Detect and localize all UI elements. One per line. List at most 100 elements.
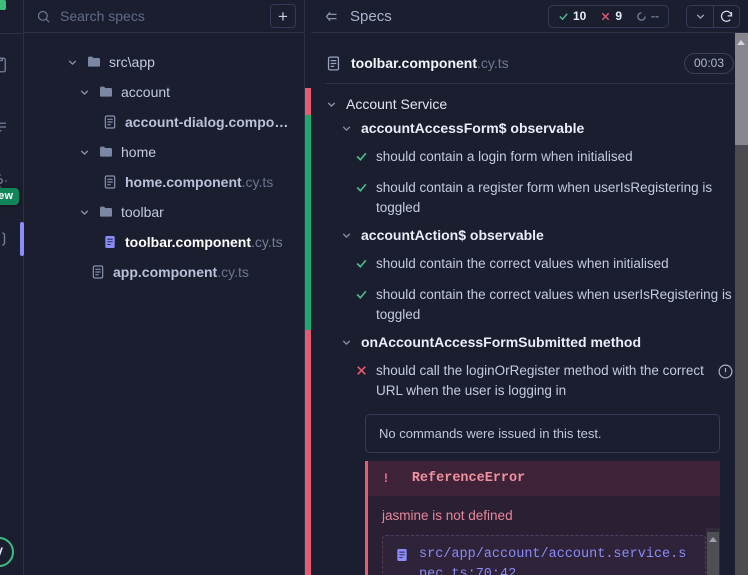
check-icon — [355, 257, 368, 270]
chevron-down-icon — [340, 336, 353, 349]
test-results: Account Service accountAccessForm$ obser… — [311, 84, 748, 575]
suite-title: accountAction$ observable — [361, 227, 544, 244]
error-stack-frame[interactable]: src/app/account/account.service.spec.ts:… — [382, 535, 706, 575]
tree-label: home — [121, 144, 157, 160]
spec-file-icon — [102, 174, 118, 190]
spec-file-icon — [90, 264, 106, 280]
test-title: should contain the correct values when u… — [376, 286, 732, 323]
runner-scrollbar[interactable] — [735, 33, 748, 575]
cross-icon — [355, 364, 368, 377]
spec-file-icon — [325, 55, 342, 72]
tree-label: account-dialog.component.c... — [125, 114, 296, 130]
back-arrow-icon[interactable] — [323, 8, 340, 25]
clipboard-icon[interactable] — [0, 56, 9, 74]
error-box: ! ReferenceError jasmine is not defined … — [365, 461, 720, 575]
tree-folder-home[interactable]: home — [24, 137, 304, 167]
error-body: jasmine is not defined src/app/account/a… — [368, 496, 720, 575]
tree-file-toolbar-component[interactable]: toolbar.component.cy.ts — [24, 227, 304, 257]
search-input[interactable] — [60, 8, 261, 24]
rail-accent-marker — [0, 0, 6, 10]
tree-folder-src-app[interactable]: src\app — [24, 47, 304, 77]
error-message: jasmine is not defined — [382, 508, 513, 524]
suite-title: accountAccessForm$ observable — [361, 120, 585, 137]
folder-icon — [98, 84, 114, 100]
tree-label: app.component.cy.ts — [113, 264, 249, 280]
pending-circle-icon — [636, 11, 647, 22]
chevron-down-icon[interactable] — [687, 6, 713, 27]
suite-title: onAccountAccessFormSubmitted method — [361, 334, 642, 351]
header-button-group — [686, 4, 740, 28]
cross-icon — [600, 11, 611, 22]
chevron-down-icon — [66, 56, 79, 69]
duration-badge: 00:03 — [683, 52, 734, 74]
stat-failed: 9 — [593, 9, 629, 23]
test-row[interactable]: should contain the correct values when i… — [355, 250, 734, 278]
folder-icon — [98, 204, 114, 220]
chevron-down-icon — [325, 98, 338, 111]
chevron-down-icon — [78, 206, 91, 219]
tree-folder-account[interactable]: account — [24, 77, 304, 107]
check-icon — [355, 150, 368, 163]
passed-count: 10 — [572, 9, 587, 23]
suite-account-action[interactable]: accountAction$ observable — [340, 225, 734, 245]
tree-file-home-component[interactable]: home.component.cy.ts — [24, 167, 304, 197]
tree-label: account — [121, 84, 171, 100]
search-icon — [36, 9, 51, 24]
scroll-up-arrow-icon[interactable] — [709, 537, 717, 543]
test-title: should contain a login form when initial… — [376, 148, 633, 164]
avatar[interactable]: V — [0, 537, 14, 567]
new-badge: New — [0, 188, 20, 205]
file-icon — [394, 547, 410, 563]
debug-icon[interactable] — [0, 230, 9, 248]
check-icon — [355, 181, 368, 194]
tree-file-account-dialog[interactable]: account-dialog.component.c... — [24, 107, 304, 137]
test-row[interactable]: should contain a login form when initial… — [355, 143, 734, 171]
test-title: should contain a register form when user… — [376, 179, 713, 216]
error-header: ! ReferenceError — [368, 461, 720, 497]
suite-account-service[interactable]: Account Service — [325, 94, 734, 114]
error-file-path[interactable]: src/app/account/account.service.spec.ts:… — [419, 545, 694, 575]
list-icon[interactable] — [0, 118, 9, 136]
add-spec-button[interactable]: + — [270, 4, 296, 28]
runner-panel: Specs 10 9 -- toolbar.component.cy.ts 00… — [311, 0, 748, 575]
left-rail: New V — [0, 0, 24, 575]
spec-tree: src\app account account-dialog.component… — [24, 33, 304, 575]
test-row-failed[interactable]: should call the loginOrRegister method w… — [355, 357, 734, 406]
cypress-test-runner: New V + src\app — [0, 0, 748, 575]
test-title: should call the loginOrRegister method w… — [376, 362, 704, 398]
scroll-up-arrow-icon[interactable] — [737, 40, 745, 45]
tree-label: src\app — [109, 54, 155, 70]
suite-account-access-form[interactable]: accountAccessForm$ observable — [340, 118, 734, 138]
run-status-spine — [304, 0, 312, 575]
chevron-down-icon — [78, 146, 91, 159]
tree-label: toolbar — [121, 204, 164, 220]
run-stats: 10 9 -- — [547, 4, 669, 28]
check-icon — [355, 288, 368, 301]
current-spec-row: toolbar.component.cy.ts 00:03 — [311, 46, 748, 80]
no-commands-message: No commands were issued in this test. — [365, 414, 720, 454]
chevron-down-icon — [340, 229, 353, 242]
tree-folder-toolbar[interactable]: toolbar — [24, 197, 304, 227]
search-row: + — [24, 0, 304, 33]
stat-pending: -- — [629, 9, 666, 23]
chevron-down-icon — [78, 86, 91, 99]
runner-header: Specs 10 9 -- — [311, 0, 748, 33]
error-bang-icon: ! — [382, 471, 390, 487]
rail-divider — [0, 33, 23, 34]
runner-title: Specs — [350, 7, 392, 25]
test-row[interactable]: should contain the correct values when u… — [355, 281, 734, 330]
test-row[interactable]: should contain a register form when user… — [355, 174, 734, 223]
suite-on-account-access-form-submitted[interactable]: onAccountAccessFormSubmitted method — [340, 332, 734, 352]
folder-icon — [98, 144, 114, 160]
tree-label: toolbar.component.cy.ts — [125, 234, 283, 250]
error-type: ReferenceError — [411, 471, 526, 487]
warning-icon[interactable] — [717, 363, 734, 380]
spec-file-icon — [102, 234, 118, 250]
check-icon — [558, 11, 569, 22]
failed-count: 9 — [615, 9, 622, 23]
runner-scrollbar-thumb[interactable] — [735, 33, 748, 145]
tree-file-app-component[interactable]: app.component.cy.ts — [24, 257, 304, 287]
spec-file-icon — [102, 114, 118, 130]
suite-title: Account Service — [346, 96, 448, 112]
reload-icon[interactable] — [713, 5, 739, 27]
